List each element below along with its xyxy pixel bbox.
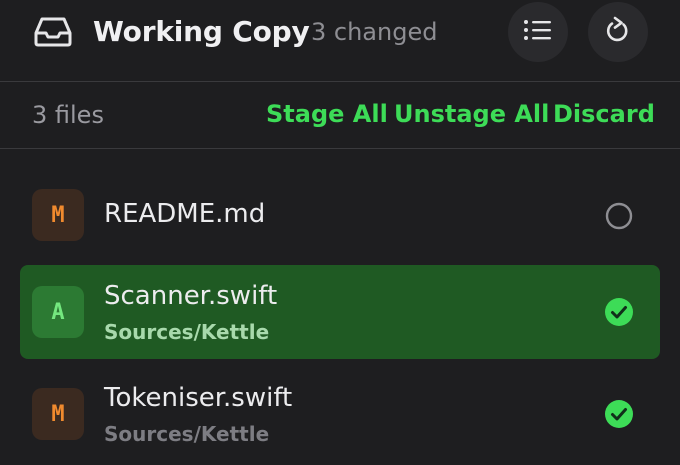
status-badge: M — [32, 388, 84, 440]
status-badge: A — [32, 286, 84, 338]
refresh-icon — [604, 15, 632, 49]
file-name: Tokeniser.swift — [104, 383, 293, 413]
file-row-scanner[interactable]: A Scanner.swift Sources/Kettle — [20, 265, 660, 359]
changes-toolbar: 3 files Stage All Unstage All Discard — [0, 82, 680, 149]
discard-button[interactable]: Discard — [553, 100, 655, 128]
header: Working Copy 3 changed — [0, 0, 680, 82]
file-name: README.md — [104, 199, 266, 229]
refresh-button[interactable] — [588, 2, 648, 62]
tray-icon — [34, 16, 72, 48]
file-path: Sources/Kettle — [104, 320, 270, 344]
file-path: Sources/Kettle — [104, 422, 270, 446]
unstage-all-button[interactable]: Unstage All — [394, 100, 549, 128]
file-name: Scanner.swift — [104, 281, 278, 311]
status-badge: M — [32, 189, 84, 241]
staged-check-icon[interactable] — [604, 399, 634, 429]
unstaged-circle-icon[interactable] — [604, 201, 634, 231]
stage-all-button[interactable]: Stage All — [266, 100, 388, 128]
file-count: 3 files — [32, 101, 104, 129]
staged-check-icon[interactable] — [604, 297, 634, 327]
changed-count: 3 changed — [311, 18, 438, 46]
list-icon — [523, 18, 553, 46]
file-row-tokeniser[interactable]: M Tokeniser.swift Sources/Kettle — [20, 359, 660, 465]
page-title: Working Copy — [93, 15, 310, 48]
list-view-button[interactable] — [508, 2, 568, 62]
file-row-readme[interactable]: M README.md — [20, 165, 660, 265]
